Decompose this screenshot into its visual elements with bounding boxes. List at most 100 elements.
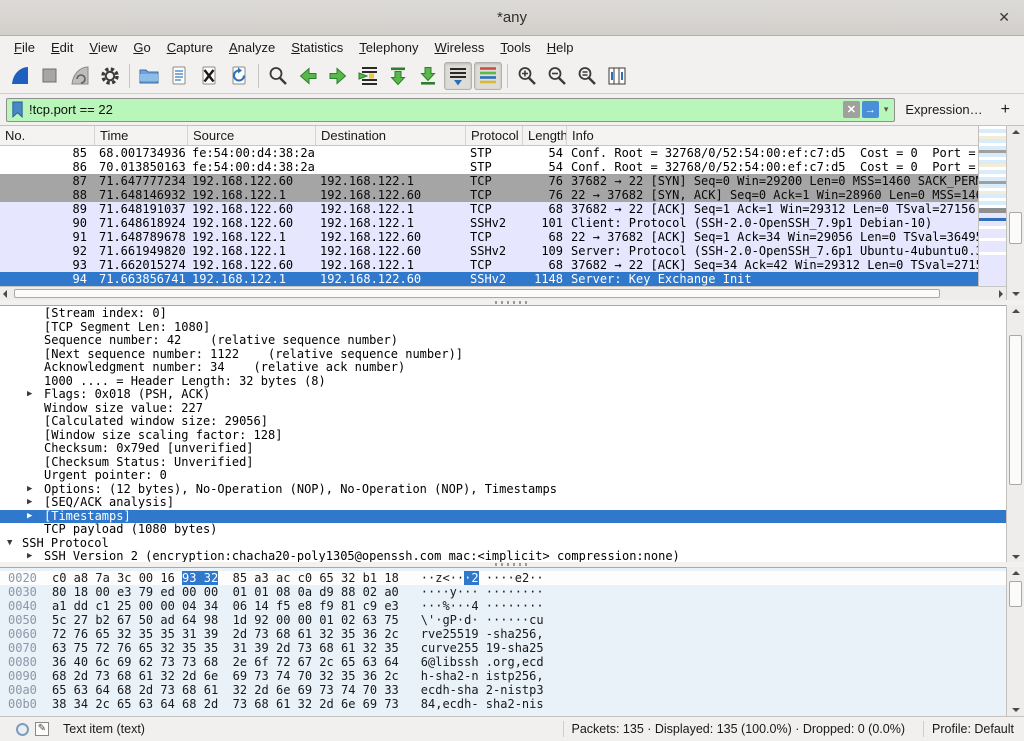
column-info[interactable]: Info (567, 126, 978, 145)
zoom-in-button[interactable] (513, 62, 541, 90)
hex-row[interactable]: 00b038 34 2c 65 63 64 68 2d 73 68 61 32 … (0, 697, 1006, 711)
auto-scroll-toggle[interactable] (444, 62, 472, 90)
scroll-up-arrow[interactable] (1012, 309, 1020, 313)
column-destination[interactable]: Destination (316, 126, 466, 145)
menu-edit[interactable]: Edit (43, 38, 81, 57)
detail-line[interactable]: ▼SSH Protocol (0, 537, 1006, 551)
capture-options-button[interactable] (96, 62, 124, 90)
scroll-down-arrow[interactable] (1012, 555, 1020, 559)
hex-row[interactable]: 009068 2d 73 68 61 32 2d 6e 69 73 74 70 … (0, 669, 1006, 683)
hex-row[interactable]: 0020c0 a8 7a 3c 00 16 93 32 85 a3 ac c0 … (0, 571, 1006, 585)
menu-help[interactable]: Help (539, 38, 582, 57)
hex-row[interactable]: 0040a1 dd c1 25 00 00 04 34 06 14 f5 e8 … (0, 599, 1006, 613)
expression-button[interactable]: Expression… (905, 102, 982, 117)
hex-ascii[interactable]: \'·gP·d· ······cu (421, 613, 544, 627)
detail-line[interactable]: Window size value: 227 (0, 402, 1006, 416)
scroll-up-arrow[interactable] (1012, 571, 1020, 575)
column-length[interactable]: Length (523, 126, 567, 145)
packet-row[interactable]: 8871.648146932192.168.122.1192.168.122.6… (0, 188, 978, 202)
scroll-thumb[interactable] (1009, 212, 1022, 244)
hex-bytes[interactable]: 5c 27 b2 67 50 ad 64 98 1d 92 00 00 01 0… (52, 613, 399, 627)
close-window-button[interactable]: ✕ (998, 9, 1010, 26)
packet-row[interactable]: 8568.001734936fe:54:00:d4:38:2aSTP54Conf… (0, 146, 978, 160)
column-no[interactable]: No. (0, 126, 95, 145)
scroll-left-arrow[interactable] (3, 290, 7, 298)
detail-line[interactable]: [Stream index: 0] (0, 307, 1006, 321)
hex-bytes[interactable]: 68 2d 73 68 61 32 2d 6e 69 73 74 70 32 3… (52, 669, 399, 683)
expert-info-icon[interactable] (16, 723, 29, 736)
scroll-right-arrow[interactable] (999, 290, 1003, 298)
hex-ascii[interactable]: ecdh-sha 2-nistp3 (421, 683, 544, 697)
hex-ascii[interactable]: ····e2·· (479, 571, 544, 585)
details-vscrollbar[interactable] (1006, 305, 1024, 563)
detail-line[interactable]: Sequence number: 42 (relative sequence n… (0, 334, 1006, 348)
hex-row[interactable]: 003080 18 00 e3 79 ed 00 00 01 01 08 0a … (0, 585, 1006, 599)
profile-selector[interactable]: Profile: Default (932, 722, 1014, 736)
detail-line-selected[interactable]: ▶[Timestamps] (0, 510, 1006, 524)
filter-clear-button[interactable]: ✕ (843, 101, 860, 118)
filter-history-dropdown[interactable]: ▾ (884, 104, 889, 115)
filter-apply-button[interactable]: → (862, 101, 879, 118)
packet-row[interactable]: 8771.647777234192.168.122.60192.168.122.… (0, 174, 978, 188)
column-source[interactable]: Source (188, 126, 316, 145)
reload-file-button[interactable] (225, 62, 253, 90)
expander-icon[interactable]: ▶ (27, 388, 41, 402)
start-capture-button[interactable] (6, 62, 34, 90)
open-file-button[interactable] (135, 62, 163, 90)
scroll-down-arrow[interactable] (1012, 708, 1020, 712)
expander-icon[interactable]: ▶ (27, 510, 41, 524)
menu-view[interactable]: View (81, 38, 125, 57)
packet-list-hscrollbar[interactable] (0, 286, 1006, 300)
menu-capture[interactable]: Capture (159, 38, 221, 57)
hex-bytes[interactable]: 65 63 64 68 2d 73 68 61 32 2d 6e 69 73 7… (52, 683, 399, 697)
detail-line[interactable]: 1000 .... = Header Length: 32 bytes (8) (0, 375, 1006, 389)
scroll-thumb[interactable] (1009, 335, 1022, 485)
save-file-button[interactable] (165, 62, 193, 90)
hex-bytes[interactable]: 38 34 2c 65 63 64 68 2d 73 68 61 32 2d 6… (52, 697, 399, 711)
detail-line[interactable]: ▶Flags: 0x018 (PSH, ACK) (0, 388, 1006, 402)
packet-row[interactable]: 9171.648789678192.168.122.1192.168.122.6… (0, 230, 978, 244)
close-file-button[interactable] (195, 62, 223, 90)
detail-line[interactable]: ▶Options: (12 bytes), No-Operation (NOP)… (0, 483, 1006, 497)
detail-line[interactable]: TCP payload (1080 bytes) (0, 523, 1006, 537)
find-packet-button[interactable] (264, 62, 292, 90)
hex-ascii[interactable]: ····y··· ········ (421, 585, 544, 599)
bookmark-icon[interactable] (10, 100, 25, 119)
column-protocol[interactable]: Protocol (466, 126, 523, 145)
scroll-down-arrow[interactable] (1012, 292, 1020, 296)
display-filter-input[interactable]: !tcp.port == 22 (25, 102, 841, 117)
go-back-button[interactable] (294, 62, 322, 90)
detail-line[interactable]: Acknowledgment number: 34 (relative ack … (0, 361, 1006, 375)
detail-line[interactable]: [TCP Segment Len: 1080] (0, 321, 1006, 335)
colorize-toggle[interactable] (474, 62, 502, 90)
hex-bytes[interactable]: a1 dd c1 25 00 00 04 34 06 14 f5 e8 f9 8… (52, 599, 399, 613)
menu-tools[interactable]: Tools (492, 38, 538, 57)
zoom-out-button[interactable] (543, 62, 571, 90)
packet-row[interactable]: 9371.662015274192.168.122.60192.168.122.… (0, 258, 978, 272)
hex-row[interactable]: 006072 76 65 32 35 35 31 39 2d 73 68 61 … (0, 627, 1006, 641)
hex-ascii[interactable]: 6@libssh .org,ecd (421, 655, 544, 669)
expander-icon[interactable]: ▶ (27, 496, 41, 510)
hex-bytes-highlight[interactable]: 93 32 (182, 571, 218, 585)
resize-columns-button[interactable] (603, 62, 631, 90)
detail-line[interactable]: [Window size scaling factor: 128] (0, 429, 1006, 443)
detail-line[interactable]: [Next sequence number: 1122 (relative se… (0, 348, 1006, 362)
detail-line[interactable]: [Calculated window size: 29056] (0, 415, 1006, 429)
go-first-packet-button[interactable] (384, 62, 412, 90)
hex-ascii-highlight[interactable]: ·2 (464, 571, 478, 585)
hex-ascii[interactable]: ···%···4 ········ (421, 599, 544, 613)
hex-row[interactable]: 00a065 63 64 68 2d 73 68 61 32 2d 6e 69 … (0, 683, 1006, 697)
hex-bytes[interactable]: 63 75 72 76 65 32 35 35 31 39 2d 73 68 6… (52, 641, 399, 655)
zoom-reset-button[interactable] (573, 62, 601, 90)
expander-icon[interactable]: ▶ (27, 483, 41, 497)
restart-capture-button[interactable] (66, 62, 94, 90)
bytes-vscrollbar[interactable] (1006, 567, 1024, 716)
packet-row[interactable]: 9271.661949820192.168.122.1192.168.122.6… (0, 244, 978, 258)
menu-wireless[interactable]: Wireless (427, 38, 493, 57)
detail-line[interactable]: ▶[SEQ/ACK analysis] (0, 496, 1006, 510)
scroll-up-arrow[interactable] (1012, 130, 1020, 134)
hex-row[interactable]: 007063 75 72 76 65 32 35 35 31 39 2d 73 … (0, 641, 1006, 655)
go-to-packet-button[interactable] (354, 62, 382, 90)
hex-ascii[interactable]: curve255 19-sha25 (421, 641, 544, 655)
hex-ascii[interactable]: h-sha2-n istp256, (421, 669, 544, 683)
